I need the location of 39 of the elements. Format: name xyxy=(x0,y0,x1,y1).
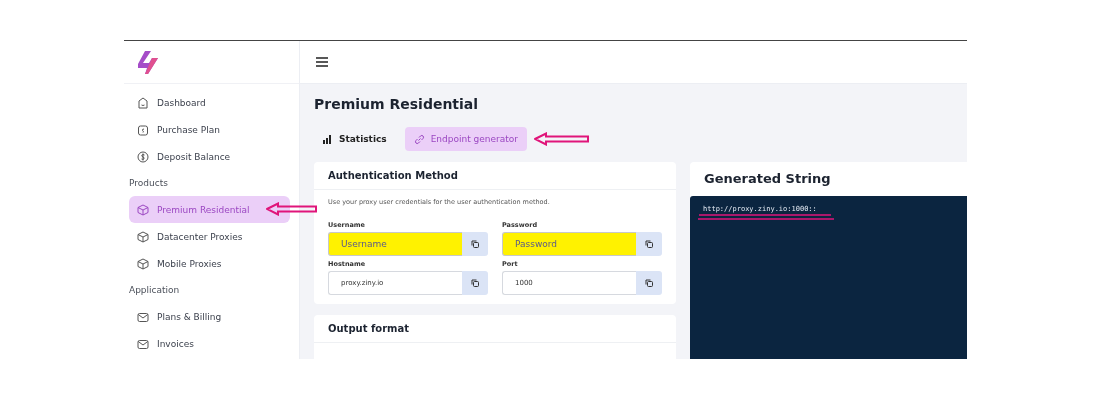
card-title: Authentication Method xyxy=(314,162,676,190)
copy-button[interactable] xyxy=(462,271,488,295)
sidebar-item[interactable]: Invoices xyxy=(129,330,290,357)
copy-icon xyxy=(645,240,653,248)
section-heading: Application xyxy=(129,284,181,297)
sidebar-item[interactable]: Purchase Plan xyxy=(129,116,290,143)
copy-icon xyxy=(645,279,653,287)
card-title: Generated String xyxy=(703,170,832,188)
input-field[interactable]: Username xyxy=(328,232,462,256)
page-title: Premium Residential xyxy=(314,96,480,114)
arrow-drawing xyxy=(534,132,591,146)
sidebar-item[interactable]: Datacenter Proxies xyxy=(129,223,290,250)
section-heading: Products xyxy=(129,177,169,190)
dollar-icon xyxy=(137,150,149,163)
sidebar-item[interactable]: Premium Residential xyxy=(129,196,290,223)
tab[interactable]: Endpoint generator xyxy=(404,127,528,151)
arrow-drawing xyxy=(266,202,318,216)
cube-icon xyxy=(137,257,149,270)
copy-icon xyxy=(471,240,479,248)
cube-icon xyxy=(137,230,149,243)
menu-icon[interactable] xyxy=(316,57,328,67)
envelope-icon xyxy=(137,310,149,323)
cube-icon xyxy=(137,203,149,216)
envelope-icon xyxy=(137,337,149,350)
link-icon xyxy=(413,133,425,145)
bar-chart-icon xyxy=(323,134,333,144)
input-field[interactable]: Password xyxy=(502,232,636,256)
copy-button[interactable] xyxy=(462,232,488,256)
copy-icon xyxy=(471,279,479,287)
sidebar-item[interactable]: Deposit Balance xyxy=(129,143,290,170)
copy-button[interactable] xyxy=(636,232,662,256)
sidebar-item[interactable]: Mobile Proxies xyxy=(129,250,290,277)
sidebar-item[interactable]: Plans & Billing xyxy=(129,303,290,330)
card-title: Output format xyxy=(314,315,676,343)
sidebar-item[interactable]: Dashboard xyxy=(129,89,290,116)
copy-button[interactable] xyxy=(636,271,662,295)
smiley-icon xyxy=(137,96,149,109)
tab[interactable]: Statistics xyxy=(314,127,396,151)
bag-icon xyxy=(137,123,149,136)
